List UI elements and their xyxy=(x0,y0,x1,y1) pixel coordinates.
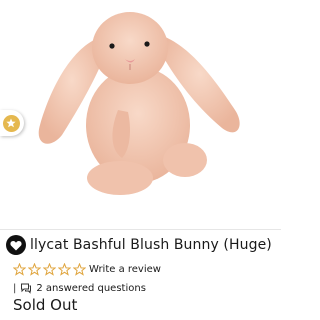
product-title-row: llycat Bashful Blush Bunny (Huge) xyxy=(6,233,272,257)
product-title: llycat Bashful Blush Bunny (Huge) xyxy=(30,237,272,253)
star-coin-icon xyxy=(2,114,20,132)
divider xyxy=(0,229,281,230)
star-outline-icon[interactable] xyxy=(58,262,71,276)
wishlist-button[interactable] xyxy=(6,235,26,255)
heart-icon xyxy=(10,240,22,250)
product-image[interactable] xyxy=(0,0,281,225)
bunny-illustration xyxy=(38,12,240,195)
questions-row[interactable]: | 2 answered questions xyxy=(13,281,146,295)
star-outline-icon[interactable] xyxy=(43,262,56,276)
separator: | xyxy=(13,282,17,294)
rating-row: Write a review xyxy=(13,261,161,277)
chat-bubble-icon xyxy=(21,283,32,294)
stock-status: Sold Out xyxy=(13,296,78,314)
star-outline-icon[interactable] xyxy=(13,262,26,276)
write-review-link[interactable]: Write a review xyxy=(89,264,161,275)
star-outline-icon[interactable] xyxy=(28,262,41,276)
answered-questions-link[interactable]: 2 answered questions xyxy=(36,283,146,294)
star-outline-icon[interactable] xyxy=(73,262,86,276)
